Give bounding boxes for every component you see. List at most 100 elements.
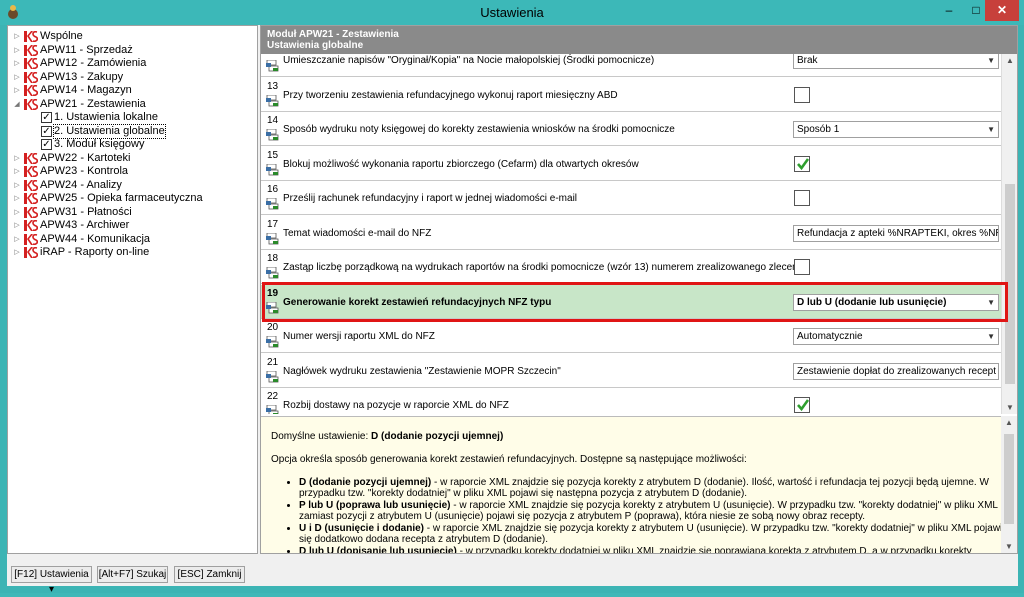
- setting-dropdown[interactable]: Brak ▼: [793, 54, 999, 69]
- setting-checkbox[interactable]: [794, 259, 810, 275]
- tree-item-label: Wspólne: [40, 30, 83, 42]
- tree-item[interactable]: ▷ APW43 - Archiwer: [8, 219, 257, 232]
- tree-item[interactable]: ✓ 1. Ustawienia lokalne: [8, 111, 257, 124]
- scroll-thumb[interactable]: [1005, 184, 1015, 384]
- collapsed-arrow-icon[interactable]: ▷: [13, 165, 21, 178]
- setting-checkbox[interactable]: [794, 155, 810, 172]
- row-number: 17: [267, 218, 279, 230]
- tree-item[interactable]: ▷ APW11 - Sprzedaż: [8, 44, 257, 57]
- setting-label: Umieszczanie napisów "Oryginał/Kopia" na…: [283, 55, 655, 66]
- tree-item[interactable]: ▷ APW25 - Opieka farmaceutyczna: [8, 192, 257, 205]
- tree-item-label: 1. Ustawienia lokalne: [54, 111, 158, 123]
- ks-logo-icon: [24, 206, 38, 218]
- option-term: D (dodanie pozycji ujemnej): [299, 477, 432, 488]
- tree-item[interactable]: ▷ APW14 - Magazyn: [8, 84, 257, 97]
- settings-row[interactable]: 18 Zastąp liczbę porządkową na wydrukach …: [261, 250, 1001, 284]
- dropdown-value: Automatycznie: [797, 331, 863, 342]
- settings-row[interactable]: 22 Rozbij dostawy na pozycje w raporcie X…: [261, 388, 1001, 414]
- tree-item[interactable]: ▷ APW44 - Komunikacja: [8, 233, 257, 246]
- setting-label: Generowanie korekt zestawień refundacyjn…: [283, 296, 552, 308]
- ks-logo-icon: [24, 44, 38, 56]
- setting-dropdown[interactable]: Sposób 1 ▼: [793, 121, 999, 138]
- setting-checkbox[interactable]: [794, 190, 810, 206]
- chevron-down-icon[interactable]: ▼: [987, 122, 995, 137]
- chevron-down-icon[interactable]: ▼: [987, 329, 995, 344]
- collapsed-arrow-icon[interactable]: ▷: [13, 30, 21, 43]
- ks-logo-icon: [24, 193, 38, 204]
- collapsed-arrow-icon[interactable]: ▷: [13, 179, 21, 192]
- tree-item[interactable]: ◢ APW21 - Zestawienia: [8, 98, 257, 111]
- settings-row[interactable]: 14 Sposób wydruku noty księgowej do korek…: [261, 112, 1001, 146]
- scroll-down-icon[interactable]: ▼: [1002, 403, 1018, 412]
- tree-item[interactable]: ▷ APW23 - Kontrola: [8, 165, 257, 178]
- tree-item[interactable]: ▷ APW31 - Płatności: [8, 206, 257, 219]
- ks-logo-icon: [24, 31, 38, 42]
- setting-dropdown[interactable]: Automatycznie ▼: [793, 328, 999, 345]
- settings-row[interactable]: 20 Numer wersji raportu XML do NFZ Automat…: [261, 319, 1001, 353]
- tree-item[interactable]: ▷ APW24 - Analizy: [8, 179, 257, 192]
- dropdown-value: Brak: [797, 55, 818, 66]
- search-button[interactable]: [Alt+F7] Szukaj: [97, 566, 168, 583]
- row-number: 15: [267, 149, 279, 161]
- grid-scrollbar[interactable]: ▲ ▼: [1001, 54, 1017, 414]
- chevron-down-icon[interactable]: ▼: [987, 295, 995, 310]
- title-bar[interactable]: Ustawienia – □ ✕: [0, 0, 1024, 25]
- setting-text-field[interactable]: Zestawienie dopłat do zrealizowanych rec…: [793, 362, 999, 380]
- collapsed-arrow-icon[interactable]: ▷: [13, 71, 21, 84]
- description-scrollbar[interactable]: ▲ ▼: [1001, 416, 1017, 553]
- collapsed-arrow-icon[interactable]: ▷: [13, 192, 21, 205]
- settings-row[interactable]: 16 Prześlij rachunek refundacyjny i rapor…: [261, 181, 1001, 215]
- tree-item[interactable]: ▷ APW22 - Kartoteki: [8, 152, 257, 165]
- option-item: U i D (usunięcie i dodanie) - w raporcie…: [299, 523, 1007, 545]
- option-item: D lub U (dopisanie lub usunięcie) - w pr…: [299, 546, 1007, 553]
- close-window-button[interactable]: ✕: [985, 0, 1019, 21]
- close-button[interactable]: [ESC] Zamknij: [174, 566, 245, 583]
- tree-item[interactable]: ▷ APW13 - Zakupy: [8, 71, 257, 84]
- collapsed-arrow-icon[interactable]: ▷: [13, 246, 21, 259]
- scroll-thumb[interactable]: [1004, 434, 1014, 524]
- settings-row[interactable]: 19 Generowanie korekt zestawień refundacy…: [261, 284, 1001, 319]
- collapsed-arrow-icon[interactable]: ▷: [13, 44, 21, 57]
- setting-label: Przy tworzeniu zestawienia refundacyjneg…: [283, 89, 618, 101]
- collapsed-arrow-icon[interactable]: ▷: [13, 84, 21, 97]
- settings-window: Ustawienia – □ ✕ ▷ Wspólne ▷ APW11 - Sprzed…: [0, 0, 1024, 595]
- tree-item-label: APW14 - Magazyn: [40, 84, 132, 96]
- tree-item[interactable]: ▷ iRAP - Raporty on-line: [8, 246, 257, 259]
- setting-dropdown[interactable]: D lub U (dodanie lub usunięcie) ▼: [793, 293, 999, 311]
- settings-row[interactable]: 21 Nagłówek wydruku zestawienia "Zestawie…: [261, 353, 1001, 388]
- collapsed-arrow-icon[interactable]: ▷: [13, 233, 21, 246]
- default-value: D (dodanie pozycji ujemnej): [371, 431, 504, 442]
- tree-item[interactable]: ✓ 2. Ustawienia globalne: [8, 123, 257, 139]
- setting-checkbox[interactable]: [794, 86, 810, 103]
- tree-item-label: APW25 - Opieka farmaceutyczna: [40, 192, 203, 204]
- setting-scope-icon: [266, 60, 279, 72]
- scroll-down-icon[interactable]: ▼: [1001, 542, 1017, 551]
- option-term: U i D (usunięcie i dodanie): [299, 523, 425, 534]
- collapsed-arrow-icon[interactable]: ▷: [13, 57, 21, 70]
- tree-item[interactable]: ▷ APW12 - Zamówienia: [8, 57, 257, 70]
- tree-item-label: 2. Ustawienia globalne: [53, 123, 166, 139]
- settings-row[interactable]: 17 Temat wiadomości e-mail do NFZ Refundac…: [261, 215, 1001, 250]
- collapsed-arrow-icon[interactable]: ▷: [13, 152, 21, 165]
- setting-label: Sposób wydruku noty księgowej do korekty…: [283, 124, 675, 135]
- row-number: 14: [267, 115, 279, 126]
- collapsed-arrow-icon[interactable]: ▷: [13, 219, 21, 232]
- setting-text-field[interactable]: Refundacja z apteki %NRAPTEKI, okres %NR…: [793, 224, 999, 242]
- settings-row[interactable]: 15 Blokuj możliwość wykonania raportu zbi…: [261, 146, 1001, 181]
- tree-item-label: APW12 - Zamówienia: [40, 57, 147, 69]
- tree-item[interactable]: ▷ Wspólne: [8, 30, 257, 43]
- scroll-up-icon[interactable]: ▲: [1001, 418, 1017, 427]
- settings-panel: Moduł APW21 - Zestawienia Ustawienia glo…: [260, 25, 1018, 554]
- dropdown-value: D lub U (dodanie lub usunięcie): [797, 296, 947, 308]
- scroll-up-icon[interactable]: ▲: [1002, 56, 1018, 65]
- tree-item[interactable]: ✓ 3. Moduł księgowy: [8, 138, 257, 151]
- collapsed-arrow-icon[interactable]: ▷: [13, 206, 21, 219]
- settings-button[interactable]: [F12] Ustawienia ▾: [11, 566, 92, 595]
- ks-logo-icon: [24, 220, 38, 231]
- settings-row[interactable]: Umieszczanie napisów "Oryginał/Kopia" na…: [261, 54, 1001, 77]
- settings-row[interactable]: 13 Przy tworzeniu zestawienia refundacyjn…: [261, 77, 1001, 112]
- minimize-button[interactable]: –: [935, 0, 963, 21]
- expanded-arrow-icon[interactable]: ◢: [13, 98, 21, 111]
- setting-checkbox[interactable]: [794, 397, 810, 413]
- chevron-down-icon[interactable]: ▼: [987, 54, 995, 68]
